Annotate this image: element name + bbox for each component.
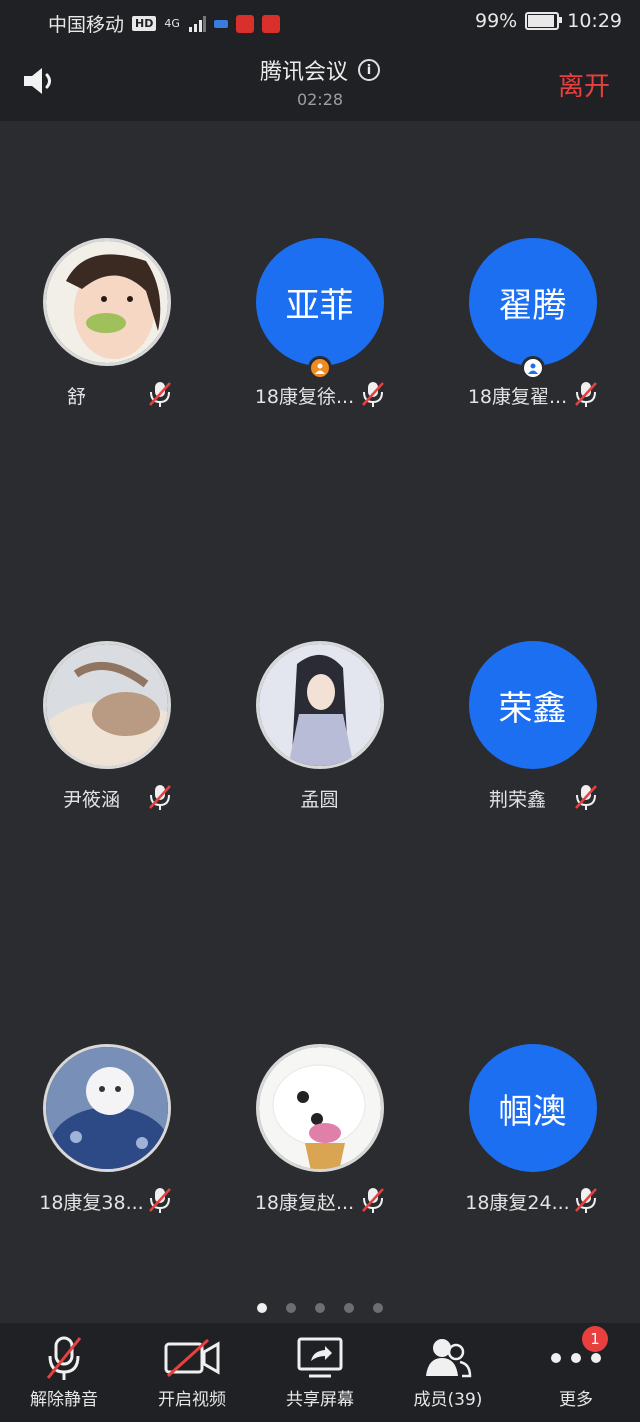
meeting-title[interactable]: 腾讯会议 i <box>260 54 380 86</box>
avatar-photo <box>258 1047 381 1169</box>
page-dot[interactable] <box>373 1303 384 1313</box>
wechat-notification-icon <box>213 19 228 28</box>
info-icon[interactable]: i <box>358 59 380 81</box>
video-off-icon <box>164 1338 220 1378</box>
host-badge-icon <box>307 356 332 380</box>
name-row: 18康复翟... <box>426 380 639 410</box>
share-screen-icon <box>297 1337 343 1378</box>
share-screen-button[interactable]: 共享屏幕 <box>256 1323 384 1422</box>
participant-name: 舒 <box>66 386 86 408</box>
participant-name: 孟圆 <box>300 789 339 811</box>
name-row: 18康复徐... <box>213 380 426 410</box>
battery-percent: 99% <box>475 10 518 32</box>
title-block: 腾讯会议 i 02:28 <box>0 54 640 109</box>
meeting-header: 腾讯会议 i 02:28 离开 <box>0 44 640 121</box>
leave-button[interactable]: 离开 <box>558 66 610 103</box>
participant-tile[interactable]: 帼澳 18康复24... <box>426 1044 639 1216</box>
meeting-title-text: 腾讯会议 <box>259 60 348 85</box>
name-row: 舒 <box>0 380 213 410</box>
name-row: 荆荣鑫 <box>426 783 639 813</box>
status-bar: 中国移动 HD 4G 99% 10:29 <box>0 0 640 44</box>
status-right: 99% 10:29 <box>475 10 622 32</box>
notification-badge: 1 <box>582 1326 608 1352</box>
participant-tile[interactable]: 荣鑫 荆荣鑫 <box>426 641 639 813</box>
muted-mic-icon <box>149 1188 171 1213</box>
muted-mic-icon <box>149 785 171 810</box>
muted-mic-icon <box>575 1188 597 1213</box>
participant-grid: 舒 亚菲 18康复徐... 翟腾 18康复翟... 尹筱涵 孟圆 荣鑫 荆荣鑫 … <box>0 121 640 1301</box>
app-notification-icon <box>261 14 280 33</box>
page-indicator <box>0 1298 640 1317</box>
avatar-initials: 翟腾 <box>498 285 567 326</box>
hd-badge: HD <box>132 16 157 31</box>
network-type: 4G <box>164 17 180 30</box>
muted-mic-icon <box>46 1336 82 1380</box>
page-dot[interactable] <box>315 1303 325 1313</box>
host-badge-icon <box>520 356 545 380</box>
participant-tile[interactable]: 孟圆 <box>213 641 426 813</box>
signal-icon <box>188 15 206 32</box>
name-row: 孟圆 <box>213 783 426 813</box>
battery-icon <box>525 12 563 30</box>
status-left: 中国移动 HD 4G <box>48 10 280 37</box>
start-video-label: 开启视频 <box>158 1390 226 1410</box>
page-dot[interactable] <box>344 1303 355 1313</box>
muted-mic-icon <box>575 785 597 810</box>
more-button[interactable]: 1 更多 <box>512 1323 640 1422</box>
avatar: 翟腾 <box>468 238 597 380</box>
participant-tile[interactable]: 亚菲 18康复徐... <box>213 238 426 410</box>
muted-mic-icon <box>362 1188 384 1213</box>
name-row: 18康复38... <box>0 1186 213 1216</box>
mic-notification-icon <box>235 14 254 33</box>
members-label: 成员(39) <box>413 1390 483 1410</box>
avatar-photo <box>45 644 168 766</box>
name-row: 18康复24... <box>426 1186 639 1216</box>
avatar-initials: 亚菲 <box>285 285 354 326</box>
avatar-photo <box>258 644 381 766</box>
muted-mic-icon <box>575 382 597 407</box>
battery-fill <box>528 15 554 27</box>
name-row: 18康复赵... <box>213 1186 426 1216</box>
avatar-photo <box>45 1047 168 1169</box>
avatar <box>42 641 171 769</box>
start-video-button[interactable]: 开启视频 <box>128 1323 256 1422</box>
carrier-label: 中国移动 <box>48 14 125 36</box>
avatar-initials: 荣鑫 <box>498 688 567 729</box>
avatar-initials: 帼澳 <box>498 1091 567 1132</box>
muted-mic-icon <box>149 382 171 407</box>
avatar <box>42 1044 171 1172</box>
share-screen-label: 共享屏幕 <box>286 1390 354 1410</box>
participant-tile[interactable]: 18康复赵... <box>213 1044 426 1216</box>
participant-tile[interactable]: 尹筱涵 <box>0 641 213 813</box>
name-row: 尹筱涵 <box>0 783 213 813</box>
page-dot[interactable] <box>256 1303 267 1313</box>
more-label: 更多 <box>559 1390 593 1410</box>
page-dot[interactable] <box>285 1303 296 1313</box>
meeting-toolbar: 解除静音 开启视频 共享屏幕 成员(39) 1 更多 <box>0 1323 640 1422</box>
unmute-label: 解除静音 <box>30 1390 98 1410</box>
members-icon <box>426 1339 472 1378</box>
more-dots-icon <box>551 1353 601 1363</box>
avatar <box>255 641 384 769</box>
members-button[interactable]: 成员(39) <box>384 1323 512 1422</box>
avatar: 帼澳 <box>468 1044 597 1172</box>
avatar <box>42 238 171 366</box>
avatar: 荣鑫 <box>468 641 597 769</box>
clock: 10:29 <box>567 10 622 32</box>
avatar: 亚菲 <box>255 238 384 380</box>
muted-mic-icon <box>362 382 384 407</box>
unmute-button[interactable]: 解除静音 <box>0 1323 128 1422</box>
meeting-timer: 02:28 <box>296 90 344 109</box>
avatar <box>255 1044 384 1172</box>
avatar-photo <box>45 241 168 363</box>
participant-tile[interactable]: 舒 <box>0 238 213 410</box>
participant-tile[interactable]: 18康复38... <box>0 1044 213 1216</box>
participant-tile[interactable]: 翟腾 18康复翟... <box>426 238 639 410</box>
